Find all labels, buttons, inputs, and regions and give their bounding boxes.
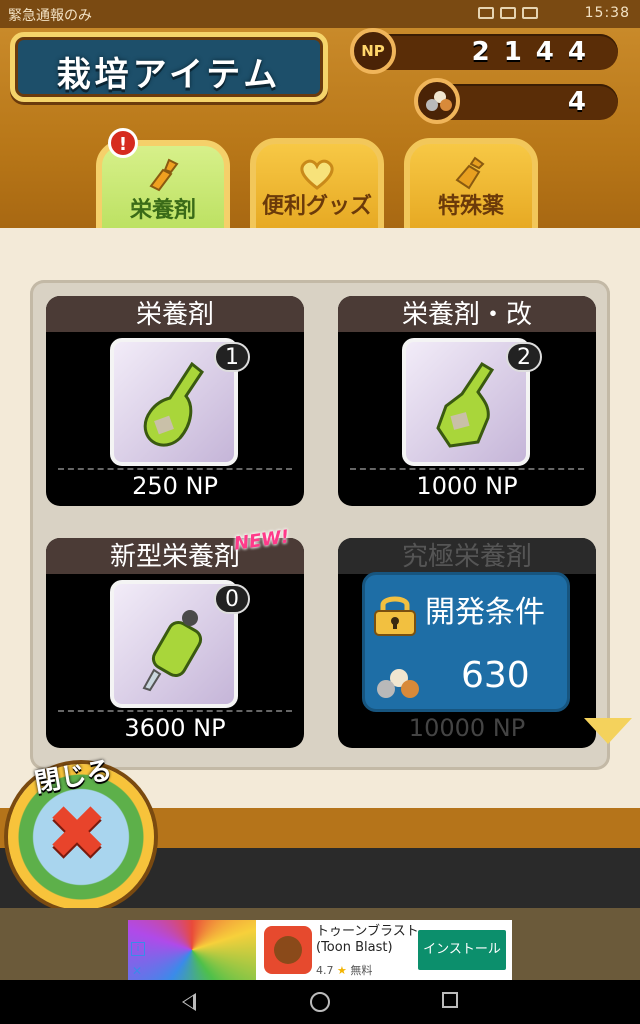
item-price: 250 NP [132, 472, 218, 500]
seed-value: 4 [567, 87, 600, 117]
ad-rating: 4.7 ★ 無料 [316, 962, 372, 978]
ad-app-name: トゥーンブラスト (Toon Blast) [316, 924, 419, 955]
owned-count: 2 [506, 342, 542, 372]
clock: 15:38 [584, 5, 630, 21]
item-card-nutrient-plus[interactable]: 栄養剤・改 2 1000 NP [338, 296, 596, 506]
divider [58, 710, 292, 712]
ad-close-icon[interactable]: ✕ [132, 964, 142, 978]
page-title: 栽培アイテム [56, 55, 282, 95]
item-price: 1000 NP [416, 472, 518, 500]
seeds-icon [377, 669, 421, 699]
tab-goods[interactable]: 便利グッズ [250, 138, 384, 238]
alert-icon: ! [108, 128, 138, 158]
item-name: 究極栄養剤 [338, 538, 596, 574]
green-bottle-icon [143, 362, 205, 447]
scroll-down-icon[interactable] [584, 718, 632, 744]
np-counter: NP 2144 [350, 28, 618, 74]
vibrate-icon [478, 7, 494, 19]
unlock-requirement: 630 [461, 655, 530, 696]
item-card-nutrient[interactable]: 栄養剤 1 250 NP [46, 296, 304, 506]
heart-icon [300, 159, 334, 190]
rating-value: 4.7 [316, 964, 334, 977]
home-icon[interactable] [310, 992, 330, 1012]
item-price: 3600 NP [124, 714, 226, 742]
seed-counter: 4 [414, 78, 618, 124]
star-icon: ★ [337, 964, 347, 977]
ad-game-image [128, 920, 256, 980]
app-icon [264, 926, 312, 974]
spray-bottle-icon [142, 610, 203, 692]
unlock-condition-panel: 開発条件 630 [362, 572, 570, 712]
lock-icon [374, 596, 416, 636]
close-icon: ✖ [46, 790, 109, 876]
item-price: 10000 NP [408, 714, 526, 742]
install-button[interactable]: インストール [418, 930, 506, 970]
np-value: 2144 [471, 37, 600, 67]
owned-count: 0 [214, 584, 250, 614]
item-name: 栄養剤・改 [338, 296, 596, 332]
status-bar: 緊急通報のみ 15:38 [0, 0, 640, 28]
item-name: 栄養剤 [46, 296, 304, 332]
ad-banner[interactable]: i ✕ トゥーンブラスト (Toon Blast) 4.7 ★ 無料 インストー… [128, 920, 512, 980]
tab-label: 特殊薬 [437, 194, 504, 219]
recent-apps-icon[interactable] [442, 992, 458, 1008]
potion-icon [455, 156, 485, 190]
tab-label: 便利グッズ [261, 194, 372, 219]
item-card-new-nutrient[interactable]: 新型栄養剤 0 3600 NP [46, 538, 304, 748]
back-icon[interactable] [182, 993, 196, 1011]
np-icon: NP [350, 28, 396, 74]
divider [350, 468, 584, 470]
wifi-icon [500, 7, 516, 19]
bottle-icon [149, 158, 179, 192]
status-icons [478, 7, 570, 21]
battery-icon [522, 7, 538, 19]
divider [58, 468, 292, 470]
nav-bar [0, 980, 640, 1024]
seeds-icon [414, 78, 460, 124]
tab-special[interactable]: 特殊薬 [404, 138, 538, 238]
ad-info-icon[interactable]: i [131, 942, 145, 956]
page-title-plate: 栽培アイテム [10, 32, 328, 102]
owned-count: 1 [214, 342, 250, 372]
green-bottle-icon [436, 362, 495, 448]
tab-label: 栄養剤 [129, 198, 196, 223]
ad-price: 無料 [350, 964, 373, 977]
carrier-text: 緊急通報のみ [8, 8, 92, 24]
unlock-condition-title: 開発条件 [425, 595, 545, 630]
